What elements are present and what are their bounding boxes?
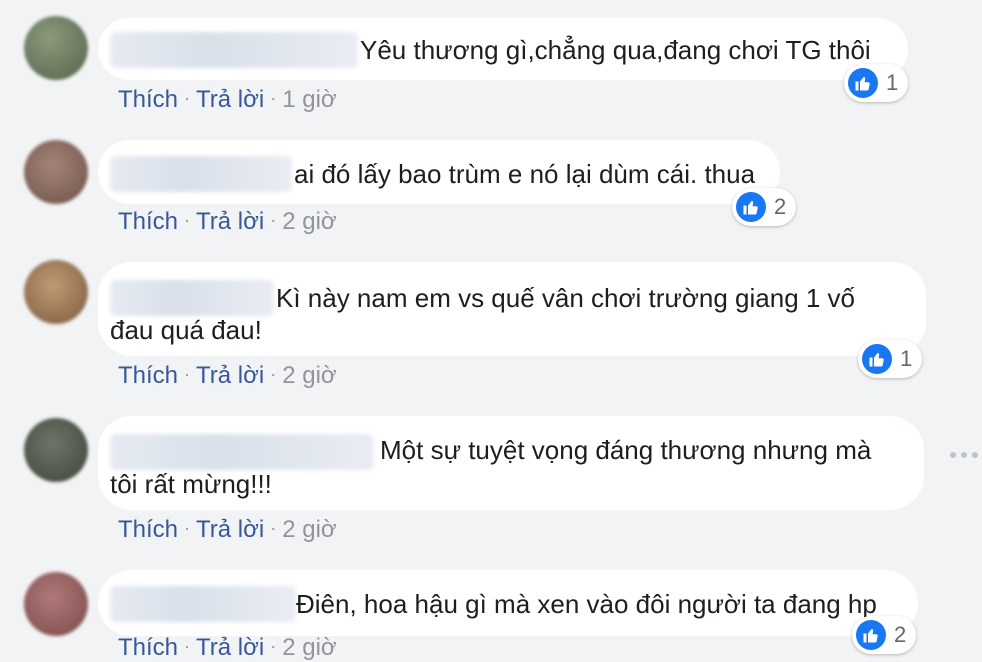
separator: · (184, 364, 191, 384)
reaction-summary[interactable]: 1 (858, 340, 923, 378)
comment-time[interactable]: 2 giờ (282, 634, 336, 661)
separator: · (184, 518, 191, 538)
comment-text-line-1: Một sự tuyệt vọng đáng thương nhưng mà (380, 435, 872, 465)
comment-actions: Thích · Trả lời · 2 giờ (118, 634, 337, 662)
comment-bubble: ai đó lấy bao trùm e nó lại dùm cái. thu… (98, 140, 780, 204)
like-link[interactable]: Thích (118, 516, 178, 543)
commenter-name-blurred[interactable] (110, 586, 296, 622)
commenter-name-blurred[interactable] (110, 32, 358, 68)
comment-time[interactable]: 2 giờ (282, 362, 336, 389)
like-link[interactable]: Thích (118, 362, 178, 389)
comment-actions: Thích · Trả lời · 2 giờ (118, 208, 337, 236)
reaction-count: 1 (900, 346, 913, 371)
comment-actions: Thích · Trả lời · 2 giờ (118, 362, 337, 390)
separator: · (270, 364, 277, 384)
reply-link[interactable]: Trả lời (196, 86, 264, 113)
avatar[interactable] (24, 260, 88, 324)
thumbs-up-icon (862, 344, 892, 374)
comment-text-line-2: tôi rất mừng!!! (110, 469, 272, 499)
reaction-count: 2 (894, 622, 907, 647)
like-link[interactable]: Thích (118, 634, 178, 661)
like-link[interactable]: Thích (118, 208, 178, 235)
comment-time[interactable]: 2 giờ (282, 208, 336, 235)
comment-actions: Thích · Trả lời · 2 giờ (118, 516, 337, 544)
comment-text-line-1: Kì này nam em vs quế vân chơi trường gia… (276, 283, 856, 313)
reply-link[interactable]: Trả lời (196, 362, 264, 389)
comment-actions: Thích · Trả lời · 1 giờ (118, 86, 337, 114)
reaction-count: 1 (886, 70, 899, 95)
separator: · (270, 88, 277, 108)
comment-text-line-1: ai đó lấy bao trùm e nó lại dùm cái. thu… (294, 159, 756, 189)
reaction-count: 2 (774, 194, 787, 219)
like-link[interactable]: Thích (118, 86, 178, 113)
separator: · (270, 210, 277, 230)
avatar[interactable] (24, 418, 88, 482)
separator: · (270, 636, 277, 656)
comment-bubble: Yêu thương gì,chẳng qua,đang chơi TG thô… (98, 18, 908, 80)
comment-bubble: Một sự tuyệt vọng đáng thương nhưng mà t… (98, 416, 924, 510)
reply-link[interactable]: Trả lời (196, 208, 264, 235)
comment-text-line-1: Yêu thương gì,chẳng qua,đang chơi TG thô… (360, 35, 871, 65)
reply-link[interactable]: Trả lời (196, 634, 264, 661)
commenter-name-blurred[interactable] (110, 280, 274, 316)
separator: · (184, 88, 191, 108)
commenter-name-blurred[interactable] (110, 156, 292, 192)
comment-text-line-1: Điên, hoa hậu gì mà xen vào đôi người ta… (296, 589, 877, 619)
avatar[interactable] (24, 140, 88, 204)
more-options-icon[interactable] (950, 452, 978, 458)
thumbs-up-icon (848, 68, 878, 98)
avatar[interactable] (24, 572, 88, 636)
comment-time[interactable]: 2 giờ (282, 516, 336, 543)
reaction-summary[interactable]: 2 (852, 616, 917, 654)
separator: · (184, 636, 191, 656)
separator: · (270, 518, 277, 538)
reply-link[interactable]: Trả lời (196, 516, 264, 543)
commenter-name-blurred[interactable] (110, 434, 374, 470)
comment-bubble: Kì này nam em vs quế vân chơi trường gia… (98, 262, 926, 356)
comment-bubble: Điên, hoa hậu gì mà xen vào đôi người ta… (98, 570, 918, 636)
comment-time[interactable]: 1 giờ (282, 86, 336, 113)
separator: · (184, 210, 191, 230)
comment-text-line-2: đau quá đau! (110, 315, 262, 345)
thumbs-up-icon (736, 192, 766, 222)
avatar[interactable] (24, 16, 88, 80)
thumbs-up-icon (856, 620, 886, 650)
reaction-summary[interactable]: 1 (844, 64, 909, 102)
reaction-summary[interactable]: 2 (732, 188, 797, 226)
